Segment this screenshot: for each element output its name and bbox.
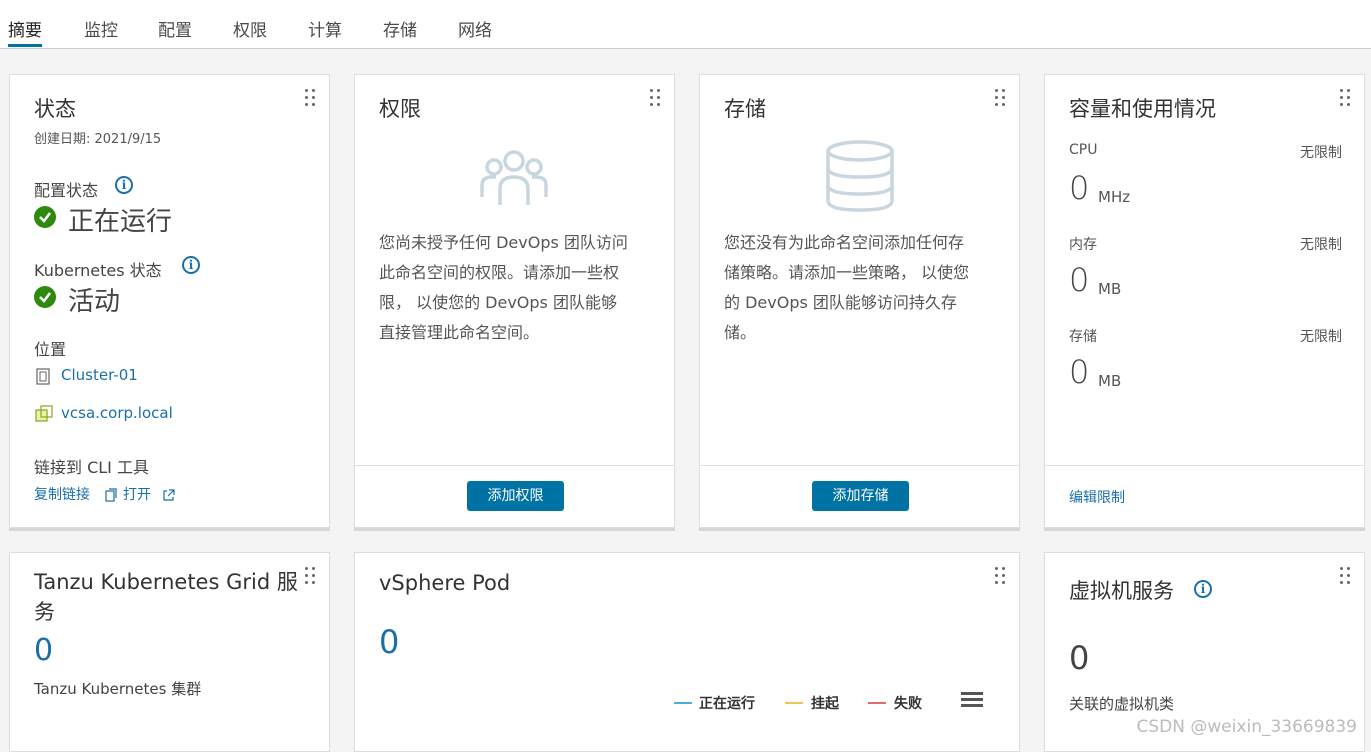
memory-limit: 无限制 — [1300, 237, 1342, 253]
info-icon[interactable]: i — [115, 176, 133, 194]
status-card: 状态 创建日期: 2021/9/15 配置状态 i 正在运行 Kubernete… — [9, 74, 330, 528]
cluster-link[interactable]: Cluster-01 — [61, 366, 138, 384]
drag-handle-icon[interactable] — [305, 89, 317, 109]
permissions-card: 权限 您尚未授予任何 DevOps 团队访问 此命名空间的权限。请添加一些权 限… — [354, 74, 675, 528]
tab-summary[interactable]: 摘要 — [8, 16, 42, 47]
info-icon[interactable]: i — [1194, 580, 1212, 598]
vcenter-icon — [34, 404, 54, 428]
legend-swatch — [868, 702, 886, 704]
cpu-limit: 无限制 — [1300, 145, 1342, 161]
add-permissions-button[interactable]: 添加权限 — [467, 481, 564, 511]
tab-configure[interactable]: 配置 — [158, 16, 192, 46]
vm-service-title: 虚拟机服务 — [1069, 579, 1174, 603]
legend-failed: 失败 — [894, 696, 922, 712]
cluster-icon — [34, 367, 52, 389]
storage-cap-unit: MB — [1098, 372, 1122, 390]
cpu-value: 0 — [1069, 169, 1090, 207]
storage-cap-limit: 无限制 — [1300, 329, 1342, 345]
check-circle-icon — [34, 206, 56, 228]
k8s-status-value: 活动 — [68, 287, 121, 317]
cpu-label: CPU — [1069, 142, 1098, 158]
location-label: 位置 — [34, 340, 67, 359]
status-title: 状态 — [34, 97, 76, 121]
legend-swatch — [674, 702, 692, 704]
drag-handle-icon[interactable] — [1340, 567, 1352, 587]
drag-handle-icon[interactable] — [650, 89, 662, 109]
legend-swatch — [785, 702, 803, 704]
copy-link[interactable]: 复制链接 — [34, 484, 90, 504]
tab-bar: 摘要 监控 配置 权限 计算 存储 网络 — [0, 0, 1371, 49]
storage-cap-label: 存储 — [1069, 329, 1097, 345]
pod-count[interactable]: 0 — [379, 623, 399, 661]
permissions-title: 权限 — [379, 97, 421, 121]
permissions-description: 您尚未授予任何 DevOps 团队访问 此命名空间的权限。请添加一些权 限， 以… — [379, 233, 628, 342]
add-storage-button[interactable]: 添加存储 — [812, 481, 909, 511]
storage-title: 存储 — [724, 97, 766, 121]
open-link[interactable]: 打开 — [123, 484, 151, 504]
tkg-sub: Tanzu Kubernetes 集群 — [34, 680, 202, 698]
storage-card: 存储 您还没有为此命名空间添加任何存 储策略。请添加一些策略， 以使您 的 De… — [699, 74, 1020, 528]
users-group-icon — [478, 141, 550, 213]
drag-handle-icon[interactable] — [1340, 89, 1352, 109]
menu-icon[interactable] — [961, 691, 983, 713]
vm-count: 0 — [1069, 639, 1090, 677]
memory-label: 内存 — [1069, 237, 1097, 253]
vsphere-pod-card: vSphere Pod 0 正在运行 挂起 失败 — [354, 552, 1020, 752]
config-status-label: 配置状态 — [34, 181, 99, 200]
tab-monitor[interactable]: 监控 — [84, 16, 118, 46]
tab-storage[interactable]: 存储 — [383, 16, 417, 46]
pod-title: vSphere Pod — [379, 571, 511, 595]
vm-class-sub: 关联的虚拟机类 — [1069, 695, 1175, 713]
drag-handle-icon[interactable] — [995, 89, 1007, 109]
storage-description: 您还没有为此命名空间添加任何存 储策略。请添加一些策略， 以使您 的 DevOp… — [724, 233, 970, 342]
tab-network[interactable]: 网络 — [458, 16, 492, 46]
config-status-value: 正在运行 — [68, 207, 173, 237]
check-circle-icon — [34, 286, 56, 308]
capacity-title: 容量和使用情况 — [1069, 97, 1216, 121]
tkg-card: Tanzu Kubernetes Grid 服 务 0 Tanzu Kubern… — [9, 552, 330, 752]
cli-label: 链接到 CLI 工具 — [34, 458, 149, 477]
cpu-unit: MHz — [1098, 188, 1131, 206]
drag-handle-icon[interactable] — [305, 567, 317, 587]
storage-cap-value: 0 — [1069, 353, 1090, 391]
k8s-status-label: Kubernetes 状态 — [34, 261, 162, 280]
legend-suspended: 挂起 — [811, 696, 839, 712]
tab-compute[interactable]: 计算 — [308, 16, 342, 46]
memory-value: 0 — [1069, 261, 1090, 299]
tkg-title: Tanzu Kubernetes Grid 服 务 — [34, 570, 298, 624]
edit-limits-link[interactable]: 编辑限制 — [1069, 487, 1125, 507]
database-icon — [824, 139, 896, 217]
external-link-icon[interactable] — [162, 487, 175, 506]
info-icon[interactable]: i — [182, 256, 200, 274]
memory-unit: MB — [1098, 280, 1122, 298]
copy-icon[interactable] — [105, 487, 118, 506]
legend-running: 正在运行 — [699, 696, 755, 712]
watermark: CSDN @weixin_33669839 — [1136, 717, 1357, 737]
capacity-card: 容量和使用情况 CPU 无限制 0 MHz 内存 无限制 0 MB 存储 无限制… — [1044, 74, 1365, 528]
created-date: 创建日期: 2021/9/15 — [34, 132, 162, 147]
vcsa-link[interactable]: vcsa.corp.local — [61, 404, 173, 422]
tkg-count-link[interactable]: 0 — [34, 633, 53, 668]
drag-handle-icon[interactable] — [995, 567, 1007, 587]
tab-permissions[interactable]: 权限 — [233, 16, 267, 46]
